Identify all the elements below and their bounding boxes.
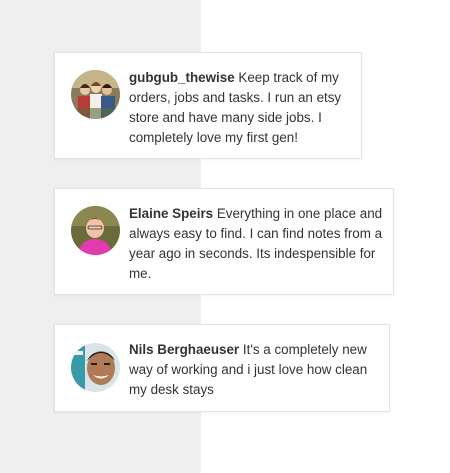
avatar-woman-pink-shirt-icon — [71, 206, 120, 255]
avatar — [71, 70, 120, 119]
avatar-group-photo-icon — [71, 70, 120, 119]
testimonial-card: Elaine Speirs Everything in one place an… — [54, 188, 394, 295]
avatar — [71, 206, 120, 255]
testimonial-card: gubgub_thewise Keep track of my orders, … — [54, 52, 362, 159]
username: gubgub_thewise — [129, 70, 235, 85]
testimonial-text: gubgub_thewise Keep track of my orders, … — [129, 68, 351, 148]
avatar-man-smiling-icon — [71, 343, 120, 392]
testimonial-card: Nils Berghaeuser It's a completely new w… — [54, 324, 390, 412]
avatar — [71, 343, 120, 392]
testimonial-text: Nils Berghaeuser It's a completely new w… — [129, 340, 384, 400]
testimonial-text: Elaine Speirs Everything in one place an… — [129, 204, 384, 284]
username: Nils Berghaeuser — [129, 342, 240, 357]
username: Elaine Speirs — [129, 206, 214, 221]
